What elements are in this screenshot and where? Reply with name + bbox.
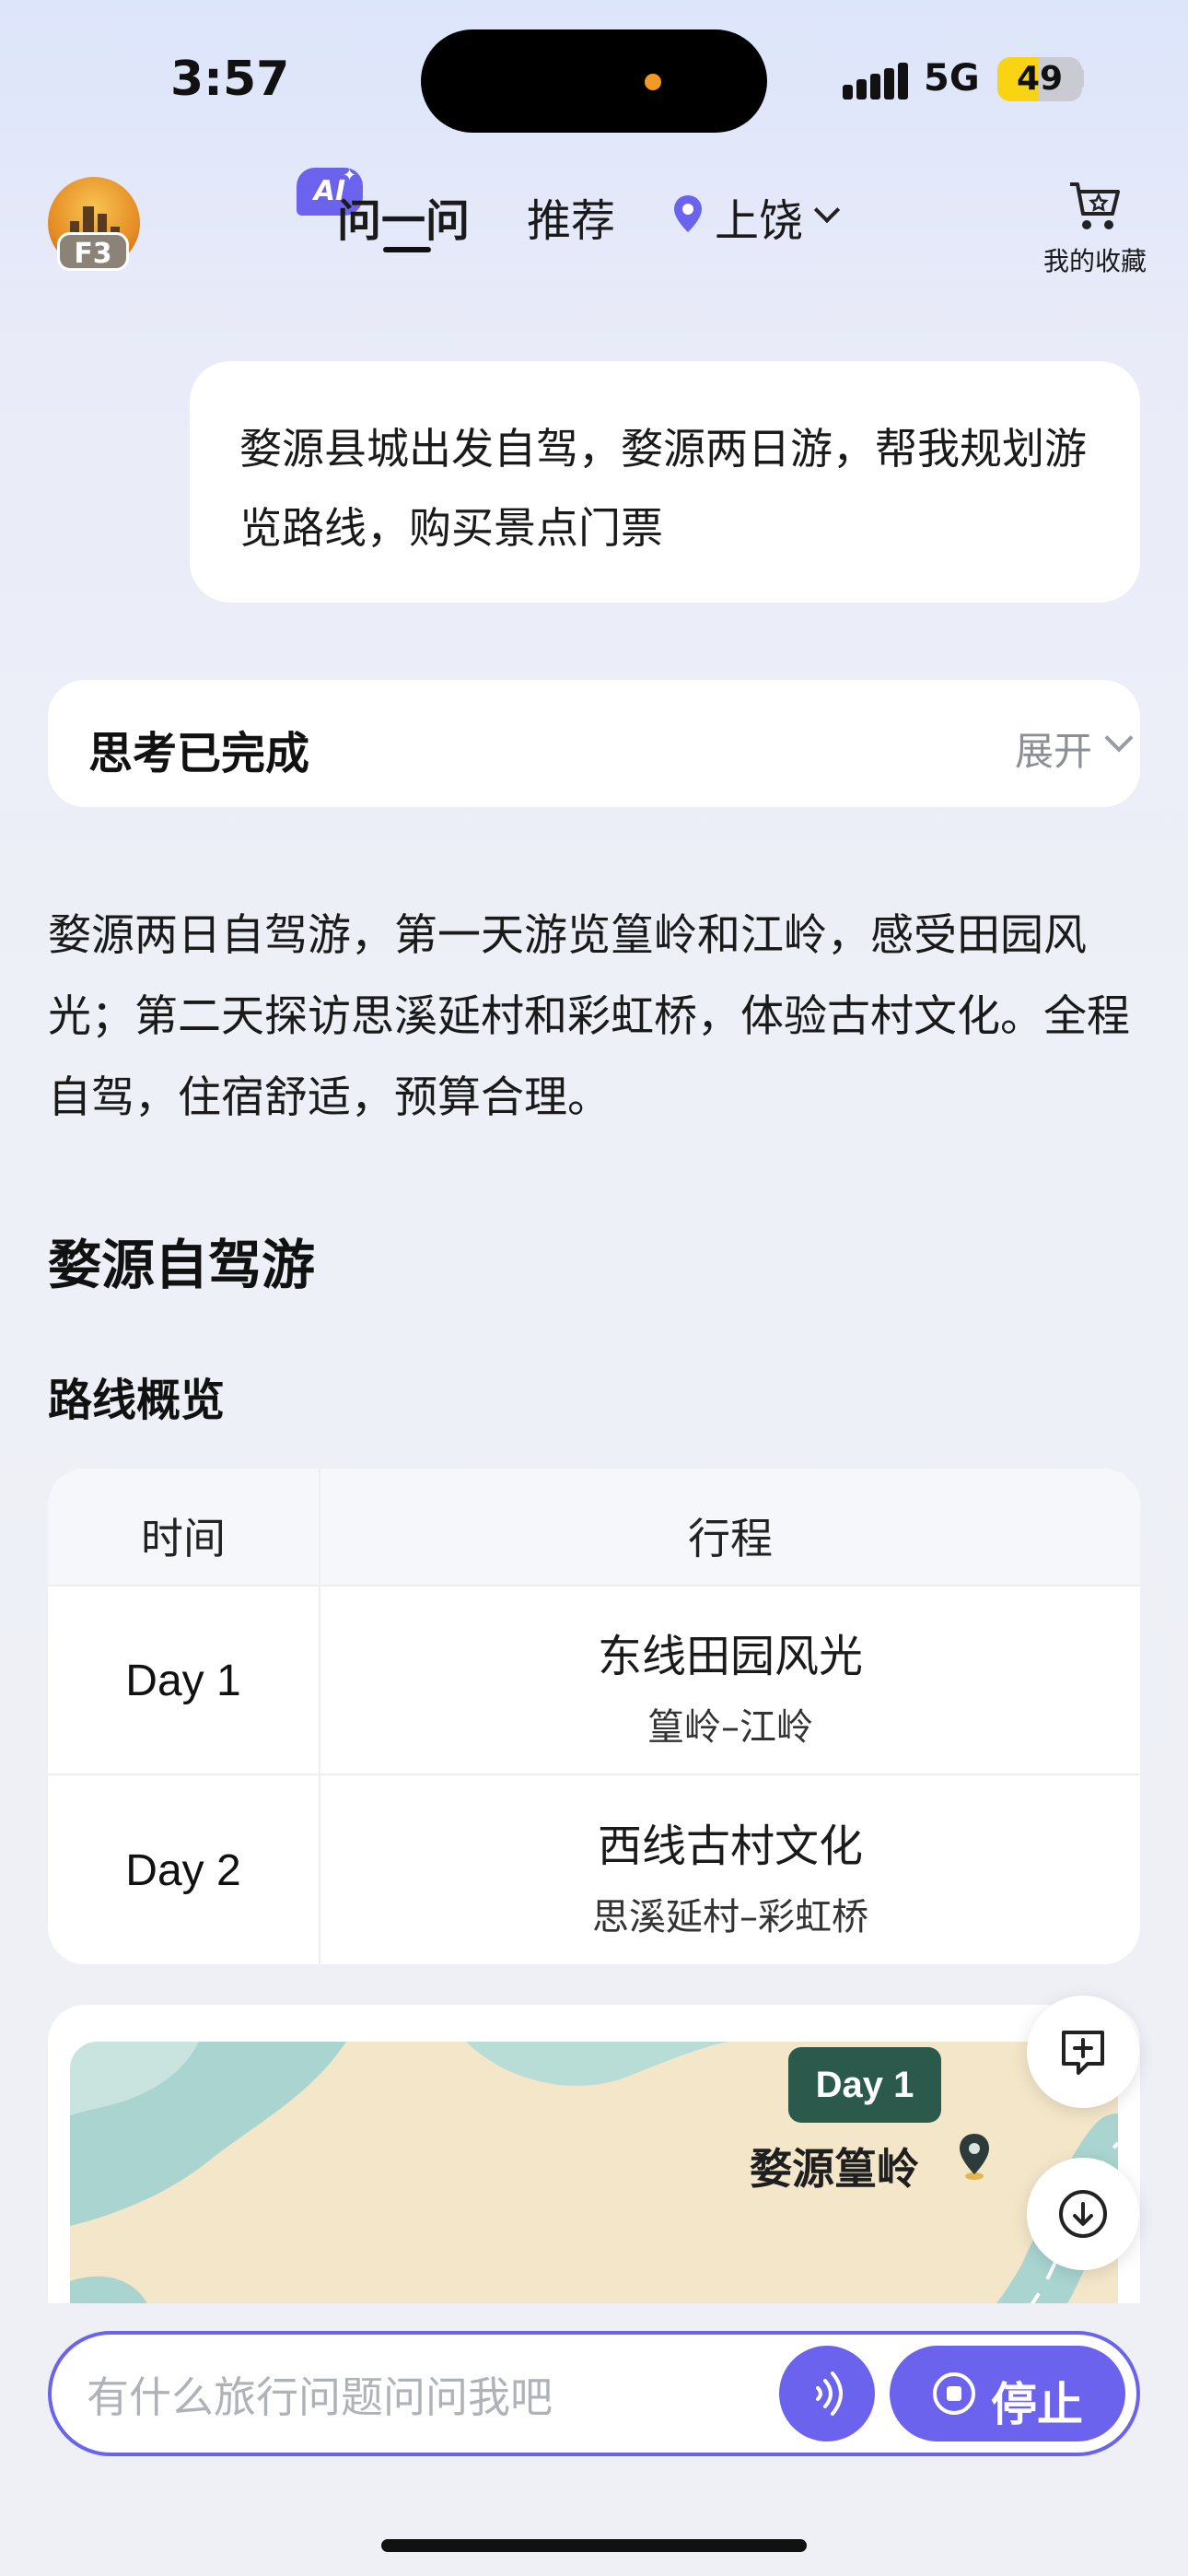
map-place-name: 婺源篁岭 [750, 2144, 919, 2194]
network-type: 5G [924, 57, 980, 100]
scroll-down-button[interactable] [1027, 2158, 1139, 2270]
sparkle-icon: ✦ [343, 166, 357, 185]
row-route: 思溪延村–彩虹桥 [592, 1896, 868, 1938]
status-time: 3:57 [170, 52, 290, 107]
tab-ask[interactable]: 问一问 [337, 184, 470, 249]
voice-button[interactable] [779, 2346, 875, 2441]
row-day: Day 1 [125, 1657, 241, 1705]
chat-input-placeholder[interactable]: 有什么旅行问题问问我吧 [87, 2364, 553, 2425]
new-chat-button[interactable] [1027, 1996, 1139, 2108]
location-pin-icon [674, 195, 702, 232]
expand-toggle[interactable]: 展开 [1015, 720, 1092, 777]
dynamic-island [421, 29, 767, 133]
arrow-down-circle-icon [1059, 2190, 1107, 2238]
new-chat-icon [1062, 2031, 1104, 2075]
answer-summary: 婺源两日自驾游，第一天游览篁岭和江岭，感受田园风光；第二天探访思溪延村和彩虹桥，… [48, 910, 1130, 1123]
battery-level: 49 [1016, 60, 1064, 98]
favorites-cart-icon[interactable] [1066, 177, 1122, 234]
chevron-down-icon[interactable] [1104, 723, 1134, 753]
route-table: 时间 行程 Day 1 东线田园风光 篁岭–江岭 Day 2 西线古村文化 思溪… [48, 1469, 1140, 1964]
user-message-bubble: 婺源县城出发自驾，婺源两日游，帮我规划游览路线，购买景点门票 [190, 361, 1140, 603]
signal-icon [843, 61, 908, 100]
row-day: Day 2 [125, 1846, 241, 1895]
status-bar: 3:57 5G 49 [0, 0, 1188, 157]
thinking-title: 思考已完成 [88, 728, 310, 779]
home-indicator [381, 2539, 807, 2552]
location-selector[interactable]: 上饶 [715, 184, 803, 249]
stop-icon [933, 2372, 975, 2415]
route-overview-title: 路线概览 [48, 1375, 226, 1426]
column-divider [319, 1469, 320, 1964]
table-row: Day 2 西线古村文化 思溪延村–彩虹桥 [48, 1776, 1140, 1964]
battery-icon: 49 [997, 57, 1082, 101]
battery-cap [1077, 68, 1084, 88]
table-header-time: 时间 [141, 1514, 226, 1563]
table-row: Day 1 东线田园风光 篁岭–江岭 [48, 1587, 1140, 1775]
table-header-row: 时间 行程 [48, 1469, 1140, 1587]
privacy-indicator [645, 74, 661, 90]
map-pin-icon [960, 2134, 989, 2180]
table-header-plan: 行程 [688, 1514, 773, 1563]
row-route: 篁岭–江岭 [647, 1706, 813, 1749]
row-theme: 西线古村文化 [597, 1821, 863, 1872]
favorites-label[interactable]: 我的收藏 [1039, 241, 1151, 278]
voice-wave-icon [816, 2371, 843, 2416]
map-day-tag: Day 1 [788, 2047, 941, 2123]
avatar-badge: F3 [57, 232, 129, 271]
section-title: 婺源自驾游 [48, 1234, 316, 1296]
chevron-down-icon[interactable] [813, 196, 841, 224]
tab-recommend[interactable]: 推荐 [527, 184, 615, 249]
active-tab-indicator [383, 247, 431, 252]
row-theme: 东线田园风光 [597, 1631, 863, 1682]
thinking-panel[interactable]: 思考已完成 展开 [48, 680, 1140, 807]
stop-label[interactable]: 停止 [991, 2368, 1083, 2434]
